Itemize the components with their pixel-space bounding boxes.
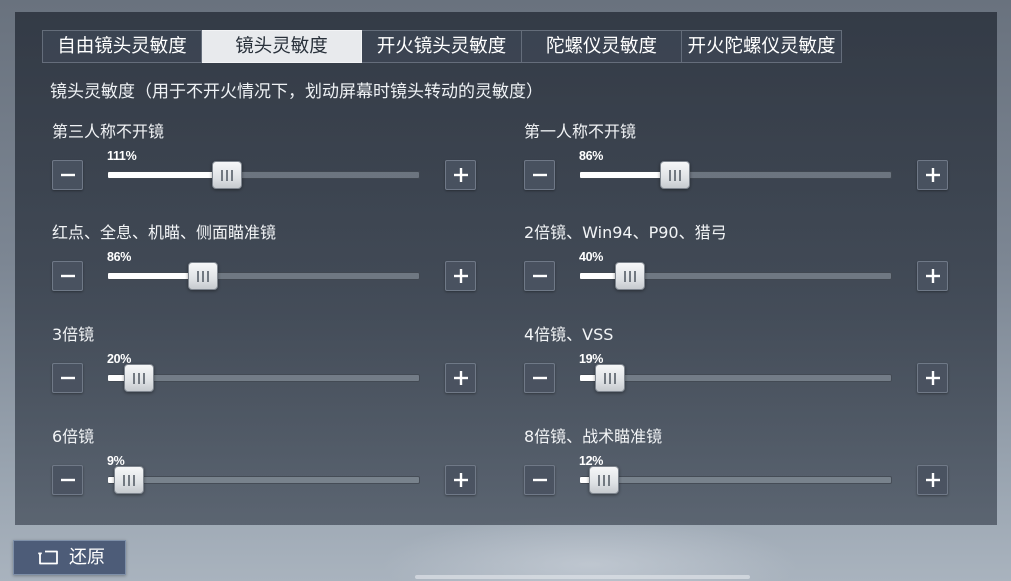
red-dot-holo-iron-side-scope-plus-button[interactable]: [445, 261, 476, 291]
tab-free-look-sensitivity[interactable]: 自由镜头灵敏度: [42, 30, 202, 63]
grip-icon: [133, 372, 146, 384]
2x-scope-plus-button[interactable]: [917, 261, 948, 291]
plus-icon: [453, 371, 468, 385]
third-person-no-scope-value: 111%: [107, 149, 137, 163]
tab-firing-gyroscope-sensitivity[interactable]: 开火陀螺仪灵敏度: [682, 30, 842, 63]
minus-icon: [532, 376, 547, 380]
grip-icon: [624, 270, 637, 282]
3x-scope-track[interactable]: [108, 364, 420, 392]
minus-icon: [60, 173, 75, 177]
third-person-no-scope-minus-button[interactable]: [52, 160, 83, 190]
first-person-no-scope-plus-button[interactable]: [917, 160, 948, 190]
3x-scope-thumb[interactable]: [124, 364, 155, 392]
tab-gyroscope-sensitivity[interactable]: 陀螺仪灵敏度: [522, 30, 682, 63]
slider-third-person-no-scope: 第三人称不开镜 111%: [52, 123, 478, 193]
8x-scope-plus-button[interactable]: [917, 465, 948, 495]
red-dot-holo-iron-side-scope-thumb[interactable]: [187, 262, 218, 290]
plus-icon: [925, 269, 940, 283]
third-person-no-scope-thumb[interactable]: [211, 161, 242, 189]
grip-icon: [668, 169, 681, 181]
slider-8x-scope: 8倍镜、战术瞄准镜 12%: [524, 428, 950, 498]
8x-scope-track[interactable]: [580, 466, 892, 494]
reset-button-label: 还原: [69, 546, 105, 568]
red-dot-holo-iron-side-scope-minus-button[interactable]: [52, 261, 83, 291]
6x-scope-minus-button[interactable]: [52, 465, 83, 495]
8x-scope-thumb[interactable]: [588, 466, 619, 494]
2x-scope-value: 40%: [579, 250, 604, 264]
first-person-no-scope-minus-button[interactable]: [524, 160, 555, 190]
2x-scope-minus-button[interactable]: [524, 261, 555, 291]
reset-button[interactable]: 还原: [13, 540, 126, 575]
3x-scope-minus-button[interactable]: [52, 363, 83, 393]
2x-scope-track[interactable]: [580, 262, 892, 290]
4x-scope-label: 4倍镜、VSS: [524, 325, 614, 344]
first-person-no-scope-value: 86%: [579, 149, 604, 163]
6x-scope-thumb[interactable]: [113, 466, 144, 494]
6x-scope-label: 6倍镜: [52, 427, 95, 446]
8x-scope-label: 8倍镜、战术瞄准镜: [524, 427, 663, 446]
grip-icon: [196, 270, 209, 282]
8x-scope-minus-button[interactable]: [524, 465, 555, 495]
2x-scope-label: 2倍镜、Win94、P90、猎弓: [524, 223, 727, 242]
slider-first-person-no-scope: 第一人称不开镜 86%: [524, 123, 950, 193]
minus-icon: [532, 274, 547, 278]
plus-icon: [453, 269, 468, 283]
sensitivity-tab-bar: 自由镜头灵敏度 镜头灵敏度 开火镜头灵敏度 陀螺仪灵敏度 开火陀螺仪灵敏度: [42, 30, 842, 63]
6x-scope-plus-button[interactable]: [445, 465, 476, 495]
horizontal-scroll-indicator[interactable]: [415, 575, 750, 579]
grip-icon: [122, 474, 135, 486]
2x-scope-thumb[interactable]: [615, 262, 646, 290]
plus-icon: [925, 473, 940, 487]
3x-scope-plus-button[interactable]: [445, 363, 476, 393]
third-person-no-scope-fill: [108, 172, 227, 178]
plus-icon: [925, 371, 940, 385]
red-dot-holo-iron-side-scope-track[interactable]: [108, 262, 420, 290]
first-person-no-scope-track[interactable]: [580, 161, 892, 189]
slider-red-dot-holo-iron-side-scope: 红点、全息、机瞄、侧面瞄准镜 86%: [52, 224, 478, 294]
slider-2x-scope: 2倍镜、Win94、P90、猎弓 40%: [524, 224, 950, 294]
third-person-no-scope-label: 第三人称不开镜: [52, 122, 165, 141]
tab-camera-sensitivity[interactable]: 镜头灵敏度: [202, 30, 362, 63]
4x-scope-minus-button[interactable]: [524, 363, 555, 393]
third-person-no-scope-plus-button[interactable]: [445, 160, 476, 190]
4x-scope-track[interactable]: [580, 364, 892, 392]
plus-icon: [453, 168, 468, 182]
red-dot-holo-iron-side-scope-value: 86%: [107, 250, 132, 264]
grip-icon: [597, 474, 610, 486]
plus-icon: [925, 168, 940, 182]
third-person-no-scope-track[interactable]: [108, 161, 420, 189]
4x-scope-thumb[interactable]: [595, 364, 626, 392]
reset-icon: [38, 550, 58, 565]
red-dot-holo-iron-side-scope-label: 红点、全息、机瞄、侧面瞄准镜: [52, 223, 277, 242]
minus-icon: [532, 478, 547, 482]
4x-scope-plus-button[interactable]: [917, 363, 948, 393]
3x-scope-label: 3倍镜: [52, 325, 95, 344]
grip-icon: [220, 169, 233, 181]
grip-icon: [604, 372, 617, 384]
section-description: 镜头灵敏度（用于不开火情况下，划动屏幕时镜头转动的灵敏度）: [50, 82, 543, 102]
minus-icon: [60, 376, 75, 380]
minus-icon: [60, 274, 75, 278]
plus-icon: [453, 473, 468, 487]
minus-icon: [60, 478, 75, 482]
first-person-no-scope-thumb[interactable]: [659, 161, 690, 189]
minus-icon: [532, 173, 547, 177]
6x-scope-track[interactable]: [108, 466, 420, 494]
tab-firing-camera-sensitivity[interactable]: 开火镜头灵敏度: [362, 30, 522, 63]
slider-4x-scope: 4倍镜、VSS 19%: [524, 326, 950, 396]
slider-3x-scope: 3倍镜 20%: [52, 326, 478, 396]
first-person-no-scope-label: 第一人称不开镜: [524, 122, 637, 141]
slider-6x-scope: 6倍镜 9%: [52, 428, 478, 498]
